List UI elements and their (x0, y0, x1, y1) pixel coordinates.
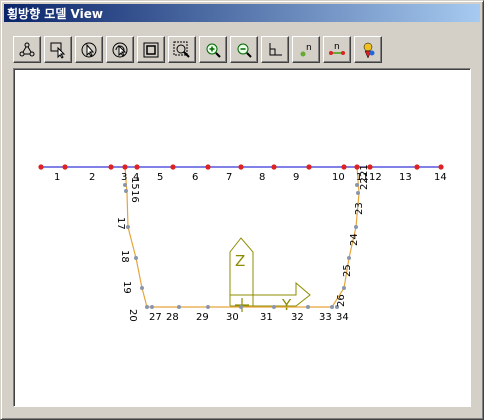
deck-element-label: 8 (259, 172, 265, 183)
right-web-label: 22 (359, 177, 370, 190)
deck-node[interactable] (205, 164, 211, 170)
color-settings-button[interactable] (354, 36, 382, 63)
elements-layer (41, 166, 441, 308)
left-web-label: 19 (121, 281, 132, 294)
web-node[interactable] (354, 225, 358, 229)
fit-window-button[interactable] (137, 36, 165, 63)
deck-element-label: 7 (226, 172, 232, 183)
deck-element-label: 14 (434, 172, 447, 183)
web-node[interactable] (140, 286, 144, 290)
left-web-label: 16 (129, 190, 140, 203)
zoom-out-button[interactable] (230, 36, 258, 63)
web-node[interactable] (206, 305, 210, 309)
z-axis-label: Z (235, 252, 245, 270)
deck-node[interactable] (122, 164, 128, 170)
deck-element-label: 5 (157, 172, 163, 183)
zoom-window-icon (173, 41, 190, 58)
deck-element-label: 10 (332, 172, 345, 183)
model-canvas[interactable]: Z Y 1 2 3 4 5 6 7 8 9 10 11 12 13 14 27 28 29 30 31 32 33 34 1… (13, 68, 471, 407)
web-node[interactable] (134, 256, 138, 260)
cross-section-drawing: Z Y 1 2 3 4 5 6 7 8 9 10 11 12 13 1427 28 29 30 31 32 33 341… (38, 164, 447, 323)
zoom-window-button[interactable] (168, 36, 196, 63)
select-tool-button[interactable] (44, 36, 72, 63)
zoom-in-button[interactable] (199, 36, 227, 63)
web-node[interactable] (124, 189, 128, 193)
deck-element-label: 13 (399, 172, 412, 183)
deck-element-label: 2 (89, 172, 95, 183)
web-node[interactable] (145, 305, 149, 309)
element-number-icon: n (329, 42, 345, 55)
bottom-element-label: 34 (336, 312, 349, 323)
left-web-label: 18 (119, 250, 130, 263)
palette-icon (363, 42, 375, 59)
left-web-label: 15 (129, 177, 140, 190)
node-number-icon: n (300, 43, 312, 56)
deck-element-label: 3 (121, 172, 127, 183)
bottom-element-label: 30 (226, 312, 239, 323)
window-title: 횡방향 모델 View (7, 6, 103, 21)
deck-node[interactable] (38, 164, 44, 170)
deck-node[interactable] (341, 164, 347, 170)
deck-node[interactable] (170, 164, 176, 170)
web-node[interactable] (272, 305, 276, 309)
bottom-element-label: 29 (196, 312, 209, 323)
labels-layer: 1 2 3 4 5 6 7 8 9 10 11 12 13 1427 28 29 30 31 32 33 3415161… (54, 164, 447, 323)
svg-text:n: n (334, 42, 340, 52)
deck-node[interactable] (134, 164, 140, 170)
nodes-icon (19, 42, 35, 56)
node-tool-button[interactable] (13, 36, 41, 63)
deck-node[interactable] (238, 164, 244, 170)
web-element-line (124, 166, 360, 308)
zoom-out-icon (237, 43, 252, 58)
bottom-element-label: 33 (319, 312, 332, 323)
right-web-label: 23 (354, 202, 365, 215)
zoom-in-icon (206, 43, 221, 58)
right-web-label: 26 (336, 294, 347, 307)
deck-node[interactable] (271, 164, 277, 170)
deck-element-label: 6 (192, 172, 198, 183)
left-web-label: 20 (127, 309, 138, 322)
bottom-element-label: 28 (166, 312, 179, 323)
coordinate-axes: Z Y (229, 237, 311, 314)
web-node[interactable] (342, 286, 346, 290)
right-web-label: 25 (342, 264, 353, 277)
bottom-element-label: 32 (291, 312, 304, 323)
web-node[interactable] (306, 305, 310, 309)
rotate-button[interactable] (106, 36, 134, 63)
svg-text:n: n (306, 43, 312, 53)
nodes-layer (38, 164, 444, 309)
model-view-window: 횡방향 모델 View n n Z Y 1 2 3 4 5 6 7 8 9 10… (0, 0, 484, 420)
bottom-element-label: 31 (260, 312, 273, 323)
node-number-button[interactable]: n (292, 36, 320, 63)
deck-element-label: 12 (369, 172, 382, 183)
deck-node[interactable] (306, 164, 312, 170)
pointer-button[interactable] (75, 36, 103, 63)
bottom-element-label: 27 (149, 312, 162, 323)
deck-element-label: 9 (293, 172, 299, 183)
element-number-button[interactable]: n (323, 36, 351, 63)
right-web-label: 24 (349, 233, 360, 246)
web-node[interactable] (150, 305, 154, 309)
right-web-label: 21 (359, 164, 370, 177)
left-web-label: 17 (115, 217, 126, 230)
web-node[interactable] (347, 256, 351, 260)
web-node[interactable] (123, 183, 127, 187)
deck-element-label: 1 (54, 172, 60, 183)
title-bar[interactable]: 횡방향 모델 View (4, 4, 480, 22)
deck-node[interactable] (108, 164, 114, 170)
fit-window-icon (143, 42, 159, 57)
deck-node[interactable] (62, 164, 68, 170)
deck-node[interactable] (438, 164, 444, 170)
pointer-icon (81, 42, 97, 57)
select-icon (50, 42, 66, 59)
axis-icon (269, 42, 282, 55)
view-toolbar: n n (13, 36, 382, 64)
web-node[interactable] (239, 305, 243, 309)
web-node[interactable] (177, 305, 181, 309)
web-node[interactable] (330, 305, 334, 309)
rotate-icon (112, 42, 128, 57)
deck-node[interactable] (414, 164, 420, 170)
axis-view-button[interactable] (261, 36, 289, 63)
web-node[interactable] (356, 191, 360, 195)
